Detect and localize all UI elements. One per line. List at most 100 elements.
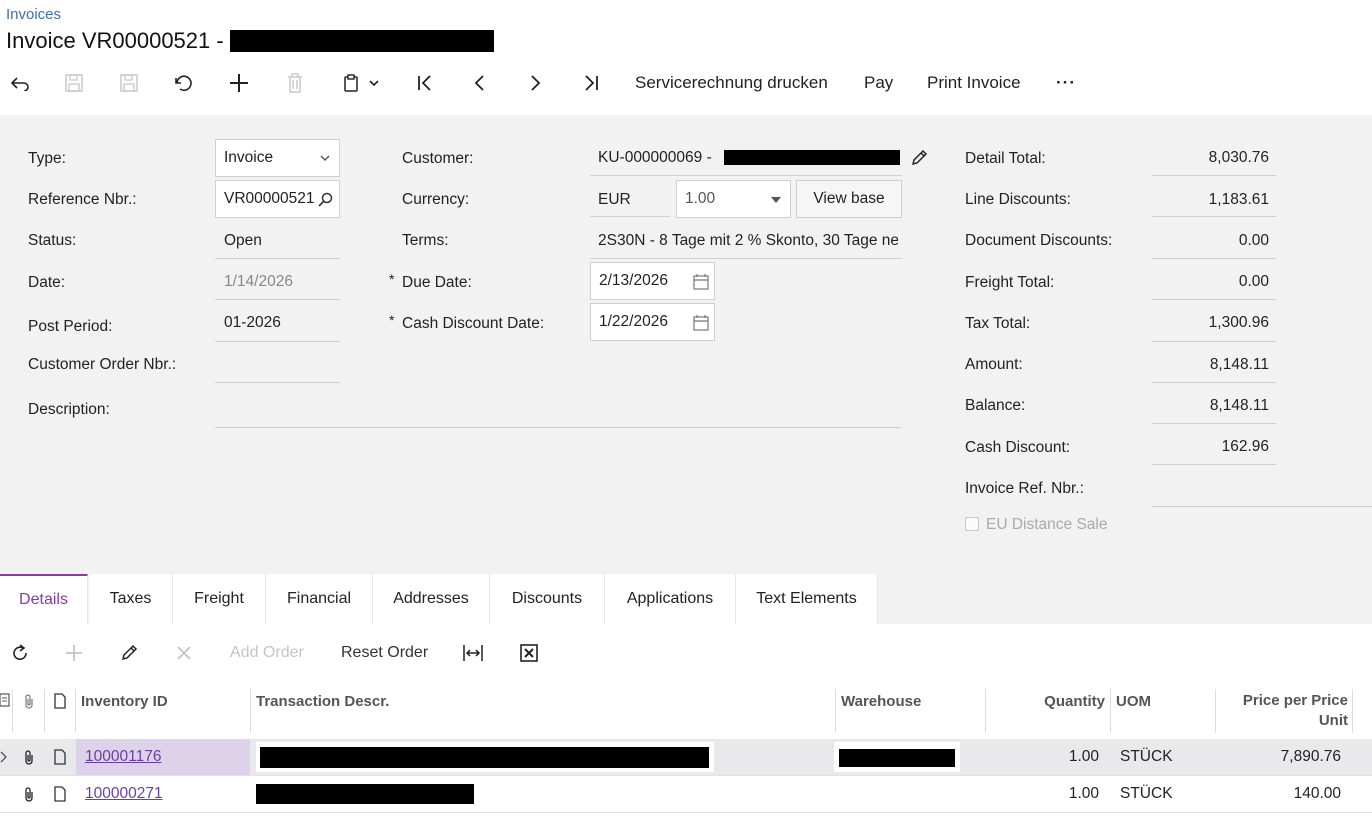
add-row-icon[interactable] bbox=[62, 632, 86, 674]
copy-paste-dropdown[interactable] bbox=[336, 62, 386, 104]
chevron-down-icon bbox=[369, 80, 379, 87]
tab-details[interactable]: Details bbox=[0, 574, 88, 624]
date-label: Date: bbox=[28, 274, 66, 291]
tab-freight[interactable]: Freight bbox=[173, 574, 266, 624]
post-period-value[interactable]: 01-2026 bbox=[224, 314, 281, 332]
required-marker: * bbox=[389, 312, 395, 328]
customer-order-nbr-field[interactable] bbox=[215, 382, 340, 383]
tax-total-value: 1,300.96 bbox=[1208, 314, 1269, 331]
post-period-underline bbox=[215, 341, 340, 342]
currency-underline bbox=[590, 216, 670, 217]
document-icon[interactable] bbox=[54, 786, 66, 802]
column-inventory-id[interactable]: Inventory ID bbox=[81, 693, 168, 710]
more-actions-button[interactable]: ··· bbox=[1056, 62, 1076, 104]
reference-nbr-label: Reference Nbr.: bbox=[28, 191, 137, 208]
tax-total-label: Tax Total: bbox=[965, 315, 1031, 332]
eu-distance-sale-checkbox[interactable] bbox=[965, 517, 979, 531]
column-quantity[interactable]: Quantity bbox=[990, 693, 1105, 710]
tab-discounts[interactable]: Discounts bbox=[490, 574, 605, 624]
status-underline bbox=[215, 258, 340, 259]
reference-nbr-field[interactable]: VR00000521 bbox=[215, 180, 340, 218]
calendar-icon bbox=[693, 274, 709, 290]
reset-order-button[interactable]: Reset Order bbox=[341, 632, 428, 674]
cash-discount-date-field[interactable]: 1/22/2026 bbox=[590, 303, 715, 341]
fit-columns-icon[interactable] bbox=[461, 632, 485, 674]
transaction-descr-cell bbox=[256, 742, 714, 772]
table-row[interactable]: 100001176 1.00 STÜCK 7,890.76 bbox=[0, 739, 1372, 776]
detail-total-value: 8,030.76 bbox=[1208, 149, 1269, 166]
first-record-icon[interactable] bbox=[411, 62, 439, 104]
edit-icon[interactable] bbox=[117, 632, 141, 674]
reference-nbr-value: VR00000521 bbox=[224, 190, 315, 207]
paperclip-icon[interactable] bbox=[23, 749, 35, 765]
grid-toolbar: Add Order Reset Order bbox=[0, 632, 1372, 674]
freight-total-underline bbox=[1152, 299, 1276, 300]
due-date-field[interactable]: 2/13/2026 bbox=[590, 262, 715, 300]
print-invoice-button[interactable]: Print Invoice bbox=[927, 62, 1021, 104]
page-title: Invoice VR00000521 - bbox=[6, 28, 494, 54]
chevron-down-icon bbox=[320, 155, 330, 161]
price-cell: 140.00 bbox=[1293, 785, 1341, 802]
column-price-line1: Price per Price bbox=[1242, 692, 1348, 709]
customer-underline bbox=[590, 175, 902, 176]
document-icon bbox=[54, 693, 66, 709]
tab-applications[interactable]: Applications bbox=[605, 574, 736, 624]
refresh-icon[interactable] bbox=[8, 632, 32, 674]
description-label: Description: bbox=[28, 401, 110, 418]
save-icon[interactable] bbox=[115, 62, 143, 104]
pay-button[interactable]: Pay bbox=[864, 62, 893, 104]
column-warehouse[interactable]: Warehouse bbox=[841, 693, 921, 710]
tab-text-elements[interactable]: Text Elements bbox=[736, 574, 878, 624]
add-icon[interactable] bbox=[225, 62, 253, 104]
type-value: Invoice bbox=[224, 149, 274, 166]
paperclip-icon[interactable] bbox=[23, 786, 35, 802]
customer-label: Customer: bbox=[402, 150, 474, 167]
back-icon[interactable] bbox=[6, 62, 34, 104]
tab-taxes[interactable]: Taxes bbox=[89, 574, 173, 624]
last-record-icon[interactable] bbox=[577, 62, 605, 104]
customer-value[interactable]: KU-000000069 - bbox=[598, 149, 712, 167]
excel-export-icon[interactable] bbox=[517, 632, 541, 674]
table-row[interactable]: 100000271 1.00 STÜCK 140.00 bbox=[0, 776, 1372, 813]
redacted-customer-name bbox=[229, 30, 494, 52]
date-underline bbox=[215, 299, 340, 300]
tab-financial[interactable]: Financial bbox=[266, 574, 373, 624]
paperclip-icon bbox=[23, 693, 35, 709]
terms-value[interactable]: 2S30N - 8 Tage mit 2 % Skonto, 30 Tage n… bbox=[598, 232, 898, 250]
currency-label: Currency: bbox=[402, 191, 470, 208]
main-toolbar: Servicerechnung drucken Pay Print Invoic… bbox=[0, 62, 1372, 104]
eu-distance-sale-label: EU Distance Sale bbox=[986, 516, 1108, 533]
breadcrumb-invoices[interactable]: Invoices bbox=[6, 6, 61, 23]
document-discounts-underline bbox=[1152, 258, 1276, 259]
cash-discount-value: 162.96 bbox=[1221, 438, 1269, 455]
calendar-icon bbox=[693, 315, 709, 331]
inventory-id-link[interactable]: 100000271 bbox=[85, 785, 163, 803]
redacted-warehouse bbox=[839, 749, 955, 767]
column-uom[interactable]: UOM bbox=[1116, 693, 1151, 710]
column-price-per-price-unit[interactable]: Price per Price Unit bbox=[1220, 691, 1348, 731]
description-field[interactable] bbox=[215, 427, 901, 428]
detail-total-underline bbox=[1152, 175, 1276, 176]
invoice-ref-nbr-field[interactable] bbox=[1152, 506, 1372, 507]
type-select[interactable]: Invoice bbox=[215, 139, 340, 177]
cash-discount-label: Cash Discount: bbox=[965, 439, 1071, 456]
undo-icon[interactable] bbox=[170, 62, 198, 104]
document-icon[interactable] bbox=[54, 749, 66, 765]
add-order-button[interactable]: Add Order bbox=[230, 632, 304, 674]
column-transaction-descr[interactable]: Transaction Descr. bbox=[256, 693, 389, 710]
freight-total-value: 0.00 bbox=[1238, 273, 1269, 290]
inventory-id-link[interactable]: 100001176 bbox=[85, 748, 161, 766]
delete-icon[interactable] bbox=[281, 62, 309, 104]
clipboard-icon bbox=[344, 74, 358, 92]
pencil-icon[interactable] bbox=[910, 149, 928, 167]
view-base-button[interactable]: View base bbox=[796, 180, 902, 218]
currency-rate-select[interactable]: 1.00 bbox=[676, 180, 791, 218]
delete-row-icon[interactable] bbox=[172, 632, 196, 674]
cash-discount-date-label: Cash Discount Date: bbox=[402, 315, 545, 332]
servicerechnung-drucken-button[interactable]: Servicerechnung drucken bbox=[635, 62, 828, 104]
uom-cell: STÜCK bbox=[1120, 785, 1173, 802]
previous-record-icon[interactable] bbox=[466, 62, 494, 104]
next-record-icon[interactable] bbox=[521, 62, 549, 104]
tab-addresses[interactable]: Addresses bbox=[373, 574, 490, 624]
save-close-icon[interactable] bbox=[60, 62, 88, 104]
